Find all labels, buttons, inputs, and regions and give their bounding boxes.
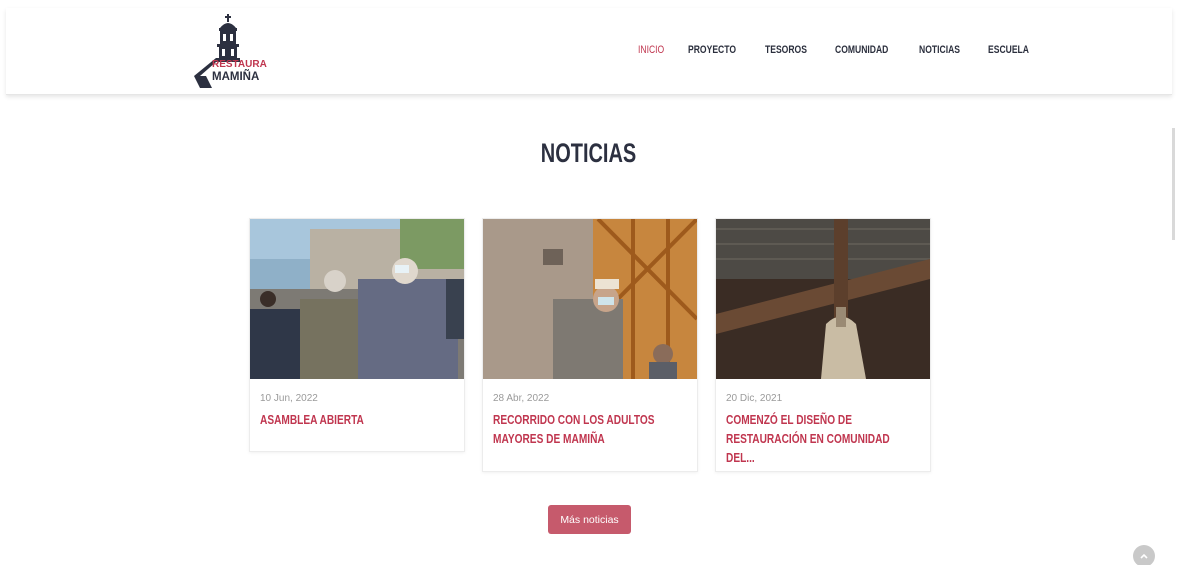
news-image bbox=[483, 219, 697, 379]
news-title[interactable]: ASAMBLEA ABIERTA bbox=[260, 410, 451, 429]
news-date: 28 Abr, 2022 bbox=[493, 393, 550, 404]
nav-item-noticias[interactable]: NOTICIAS bbox=[919, 44, 960, 56]
news-title[interactable]: RECORRIDO CON LOS ADULTOS MAYORES DE MAM… bbox=[493, 410, 684, 448]
news-title-line: RECORRIDO CON LOS ADULTOS bbox=[493, 412, 655, 427]
page-scrollbar[interactable] bbox=[1172, 128, 1175, 240]
site-header: RESTAURA MAMIÑA INICIO PROYECTO TESOROS … bbox=[6, 8, 1172, 95]
nav-item-tesoros[interactable]: TESOROS bbox=[765, 44, 807, 56]
news-card[interactable]: 10 Jun, 2022 ASAMBLEA ABIERTA bbox=[249, 218, 465, 452]
nav-item-inicio[interactable]: INICIO bbox=[638, 44, 664, 56]
news-date: 10 Jun, 2022 bbox=[260, 393, 318, 404]
news-title-line: MAYORES DE MAMIÑA bbox=[493, 431, 605, 446]
news-date: 20 Dic, 2021 bbox=[726, 393, 783, 404]
logo-text-mamina: MAMIÑA bbox=[212, 71, 260, 83]
news-card[interactable]: 20 Dic, 2021 COMENZÓ EL DISEÑO DE RESTAU… bbox=[715, 218, 931, 472]
section-title-text: NOTICIAS bbox=[540, 138, 637, 168]
news-card[interactable]: 28 Abr, 2022 RECORRIDO CON LOS ADULTOS M… bbox=[482, 218, 698, 472]
logo-text-restaura: RESTAURA bbox=[212, 59, 267, 70]
nav-item-proyecto[interactable]: PROYECTO bbox=[688, 44, 736, 56]
news-title-line: COMENZÓ EL DISEÑO DE bbox=[726, 412, 853, 427]
news-image bbox=[250, 219, 464, 379]
section-title: NOTICIAS bbox=[0, 138, 1177, 169]
nav-item-escuela[interactable]: ESCUELA bbox=[988, 44, 1029, 56]
nav-item-comunidad[interactable]: COMUNIDAD bbox=[835, 44, 888, 56]
site-logo[interactable]: RESTAURA MAMIÑA bbox=[192, 14, 282, 90]
scroll-top-button[interactable] bbox=[1133, 545, 1155, 565]
more-news-button[interactable]: Más noticias bbox=[548, 505, 631, 534]
news-title-line: RESTAURACIÓN EN COMUNIDAD DEL... bbox=[726, 431, 890, 465]
news-title[interactable]: COMENZÓ EL DISEÑO DE RESTAURACIÓN EN COM… bbox=[726, 410, 917, 467]
main-nav: INICIO PROYECTO TESOROS COMUNIDAD NOTICI… bbox=[638, 44, 1057, 56]
news-image bbox=[716, 219, 930, 379]
chevron-up-icon bbox=[1140, 553, 1148, 559]
news-title-line: ASAMBLEA ABIERTA bbox=[260, 412, 364, 427]
